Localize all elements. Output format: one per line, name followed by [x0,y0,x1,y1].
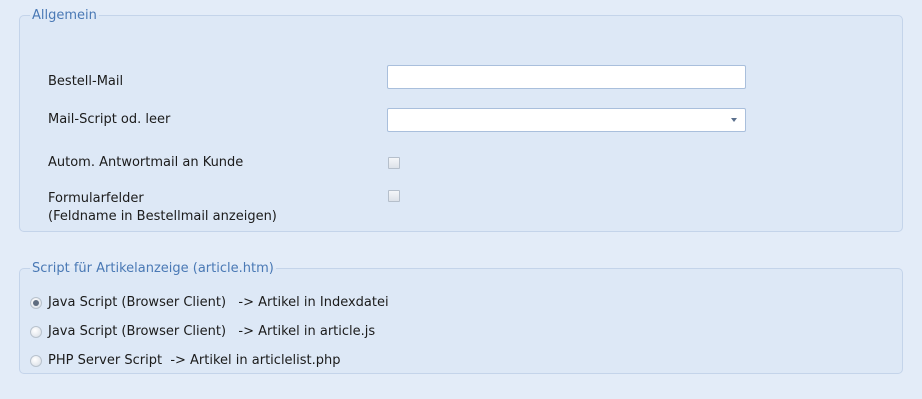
form-fields-label: Formularfelder (Feldname in Bestellmail … [48,190,277,226]
form-fields-label-line2: (Feldname in Bestellmail anzeigen) [48,209,277,224]
article-script-legend: Script für Artikelanzeige (article.htm) [32,261,274,276]
radio-label: Java Script (Browser Client) -> Artikel … [48,295,389,310]
radio-button[interactable] [30,326,42,338]
radio-option-php[interactable]: PHP Server Script -> Artikel in articlel… [30,352,341,370]
radio-option-indexfile[interactable]: Java Script (Browser Client) -> Artikel … [30,294,389,312]
general-legend: Allgemein [32,8,97,23]
form-fields-label-line1: Formularfelder [48,191,144,206]
radio-label: PHP Server Script -> Artikel in articlel… [48,353,341,368]
radio-label: Java Script (Browser Client) -> Artikel … [48,324,376,339]
article-script-group: Script für Artikelanzeige (article.htm) … [19,261,903,374]
auto-reply-checkbox[interactable] [388,157,400,169]
order-mail-label: Bestell-Mail [48,74,124,89]
radio-option-articlejs[interactable]: Java Script (Browser Client) -> Artikel … [30,323,375,341]
form-fields-checkbox[interactable] [388,190,400,202]
general-group: Allgemein Bestell-Mail Mail-Script od. l… [19,8,903,232]
radio-button[interactable] [30,355,42,367]
mail-script-label: Mail-Script od. leer [48,112,171,127]
chevron-down-icon[interactable] [731,118,737,122]
order-mail-input[interactable] [387,65,746,89]
auto-reply-label: Autom. Antwortmail an Kunde [48,155,244,170]
mail-script-dropdown[interactable] [387,108,746,132]
radio-button[interactable] [30,297,42,309]
